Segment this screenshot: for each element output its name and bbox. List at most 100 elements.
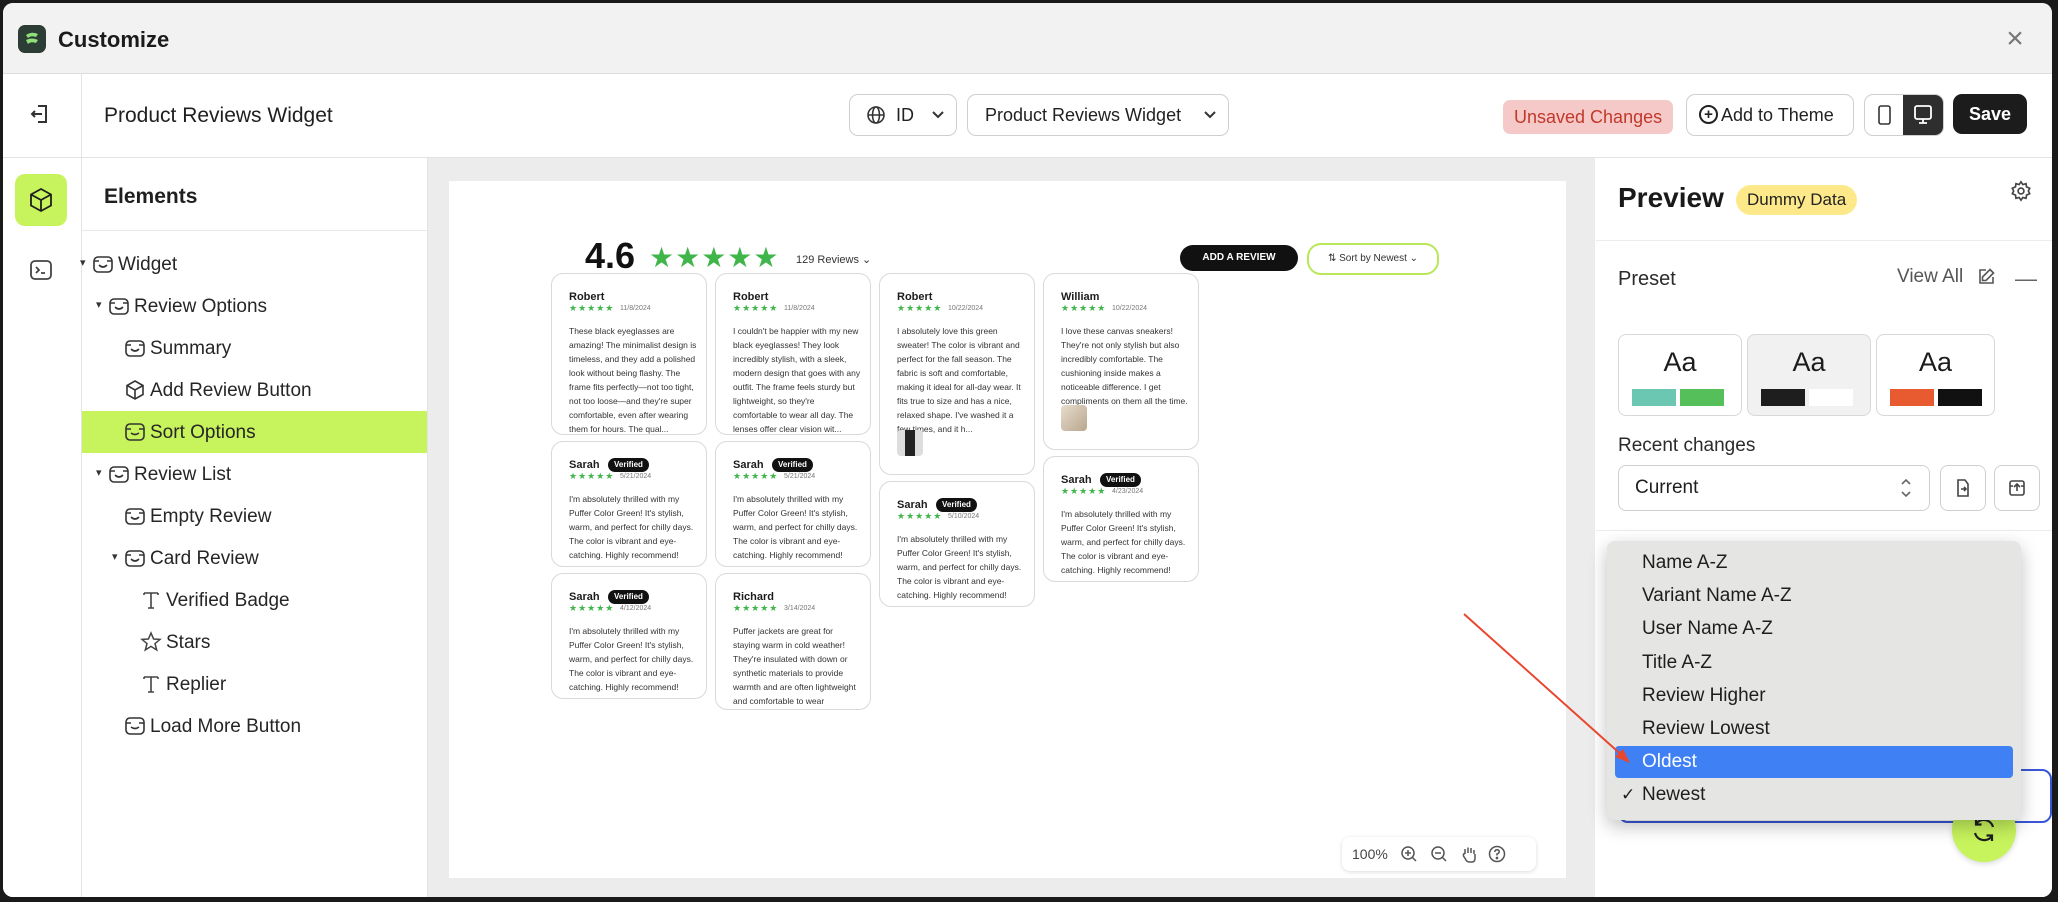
preset-title: Preset [1618,268,1676,290]
page-title: Product Reviews Widget [104,104,333,127]
gear-icon[interactable] [2010,180,2032,202]
tree-item-widget[interactable]: ▾ Widget [80,243,427,285]
review-card: William ★★★★★ 10/22/2024 I love these canva… [1043,273,1199,450]
preset-card[interactable]: Aa [1618,334,1742,416]
review-text: I'm absolutely thrilled with my Puffer C… [569,626,694,692]
tree-item-label: Card Review [150,548,259,569]
review-card: Robert ★★★★★ 11/8/2024 I couldn't be happie… [715,273,871,435]
import-button[interactable] [1940,465,1986,511]
tree-item-add-review-button[interactable]: Add Review Button [82,369,427,411]
sort-options-button[interactable]: ⇅ Sort by Newest ⌄ [1307,243,1439,275]
verified-badge: Verified [1100,473,1141,487]
reviewer-name: Robert [733,291,769,303]
tree-item-card-review[interactable]: ▾ Card Review [82,537,427,579]
tree-item-sort-options[interactable]: Sort Options [82,411,427,453]
save-button[interactable]: Save [1953,94,2027,134]
recent-changes-value: Current [1635,477,1699,498]
language-select[interactable]: ID [849,94,957,136]
preset-card[interactable]: Aa [1747,334,1871,416]
zoom-in-icon[interactable] [1400,845,1418,863]
sort-option-name-a-z[interactable]: Name A-Z [1615,547,2013,579]
container-icon [124,421,146,443]
tree-item-review-options[interactable]: ▾ Review Options [82,285,427,327]
reviewer-name: Robert [897,291,933,303]
mobile-icon [1878,105,1891,125]
sort-option-review-lowest[interactable]: Review Lowest [1615,713,2013,745]
tree-item-empty-review[interactable]: Empty Review [82,495,427,537]
sort-option-label: Title A-Z [1642,651,1713,673]
import-icon [1957,479,1969,497]
verified-badge: Verified [608,590,649,604]
review-stars: ★★★★★ [733,471,779,481]
review-stars: ★★★★★ [733,303,779,313]
review-stars: ★★★★★ [1061,486,1107,496]
exit-button[interactable] [3,74,82,157]
tree-item-verified-badge[interactable]: Verified Badge [82,579,427,621]
widget-icon [124,547,146,569]
sort-option-label: Name A-Z [1642,552,1728,573]
collapse-icon[interactable]: — [2015,266,2037,292]
sort-option-label: Review Lowest [1642,718,1770,739]
zoom-out-icon[interactable] [1430,845,1448,863]
review-text: I absolutely love this green sweater! Th… [897,326,1021,434]
preset-color-swatch [1680,389,1724,406]
widget-icon [92,253,114,275]
view-all-link[interactable]: View All [1897,266,1963,288]
tree-item-stars[interactable]: Stars [82,621,427,663]
reviewer-name: Robert [569,291,605,303]
tree-item-replier[interactable]: Replier [82,663,427,705]
desktop-view-button[interactable] [1903,95,1943,135]
preset-font-sample: Aa [1792,347,1826,377]
sort-option-review-higher[interactable]: Review Higher [1615,680,2013,712]
sort-option-user-name-a-z[interactable]: User Name A-Z [1615,613,2013,645]
caret-down-icon[interactable]: ▾ [96,466,102,479]
caret-down-icon[interactable]: ▾ [80,256,86,269]
edit-icon[interactable] [1976,267,1996,287]
code-tab[interactable] [15,244,67,296]
review-date: 4/12/2024 [620,605,652,612]
reviewer-name: William [1061,291,1100,303]
tree-item-label: Review List [134,464,232,485]
sort-option-label: Review Higher [1642,684,1766,706]
review-stars: ★★★★★ [569,303,615,313]
sort-options-dropdown: Name A-Z Variant Name A-Z User Name A-Z Tit… [1607,541,2021,820]
tree-item-label: Review Options [134,296,268,317]
text-icon [140,673,162,695]
zoom-toolbar: 100% [1342,837,1536,871]
review-text: These black eyeglasses are amazing! The … [569,326,697,434]
review-date: 4/23/2024 [1112,488,1144,495]
sort-option-variant-name-a-z[interactable]: Variant Name A-Z [1615,580,2013,612]
close-icon[interactable]: × [2000,24,2030,54]
tree-item-label: Sort Options [150,422,256,443]
elements-tab[interactable] [15,174,67,226]
preset-color-swatch [1809,389,1853,406]
cube-icon [30,187,52,213]
hand-icon[interactable] [1460,845,1478,863]
caret-down-icon[interactable]: ▾ [112,550,118,563]
preset-card[interactable]: Aa [1876,334,1995,416]
review-photo[interactable] [1061,405,1087,431]
sort-option-newest[interactable]: ✓ Newest [1615,779,2013,811]
tree-item-summary[interactable]: Summary [82,327,427,369]
device-toggle [1864,94,1944,136]
preview-title: Preview [1618,182,1724,213]
caret-down-icon[interactable]: ▾ [96,298,102,311]
elements-panel: Elements ▾ Widget ▾ Review Options Summary Ad… [80,158,428,897]
preview-canvas: 4.6 ★★★★★ 129 Reviews ⌄ ADD A REVIEW ⇅ S… [449,181,1566,878]
tree-item-load-more-button[interactable]: Load More Button [82,705,427,747]
add-review-button[interactable]: ADD A REVIEW [1180,245,1298,271]
widget-select[interactable]: Product Reviews Widget [967,94,1229,136]
reviews-count[interactable]: 129 Reviews ⌄ [796,253,871,266]
export-button[interactable] [1994,465,2040,511]
recent-changes-select[interactable]: Current [1618,465,1930,511]
sort-option-oldest[interactable]: Oldest [1615,746,2013,779]
mobile-view-button[interactable] [1865,95,1903,135]
sort-option-title-a-z[interactable]: Title A-Z [1615,647,2013,679]
help-icon[interactable] [1488,845,1506,863]
review-photo[interactable] [897,430,923,456]
icon-rail [3,158,82,897]
container-icon [124,715,146,737]
reviewer-name: Sarah [897,499,928,511]
tree-item-review-list[interactable]: ▾ Review List [82,453,427,495]
add-to-theme-button[interactable]: + Add to Theme [1686,94,1854,136]
